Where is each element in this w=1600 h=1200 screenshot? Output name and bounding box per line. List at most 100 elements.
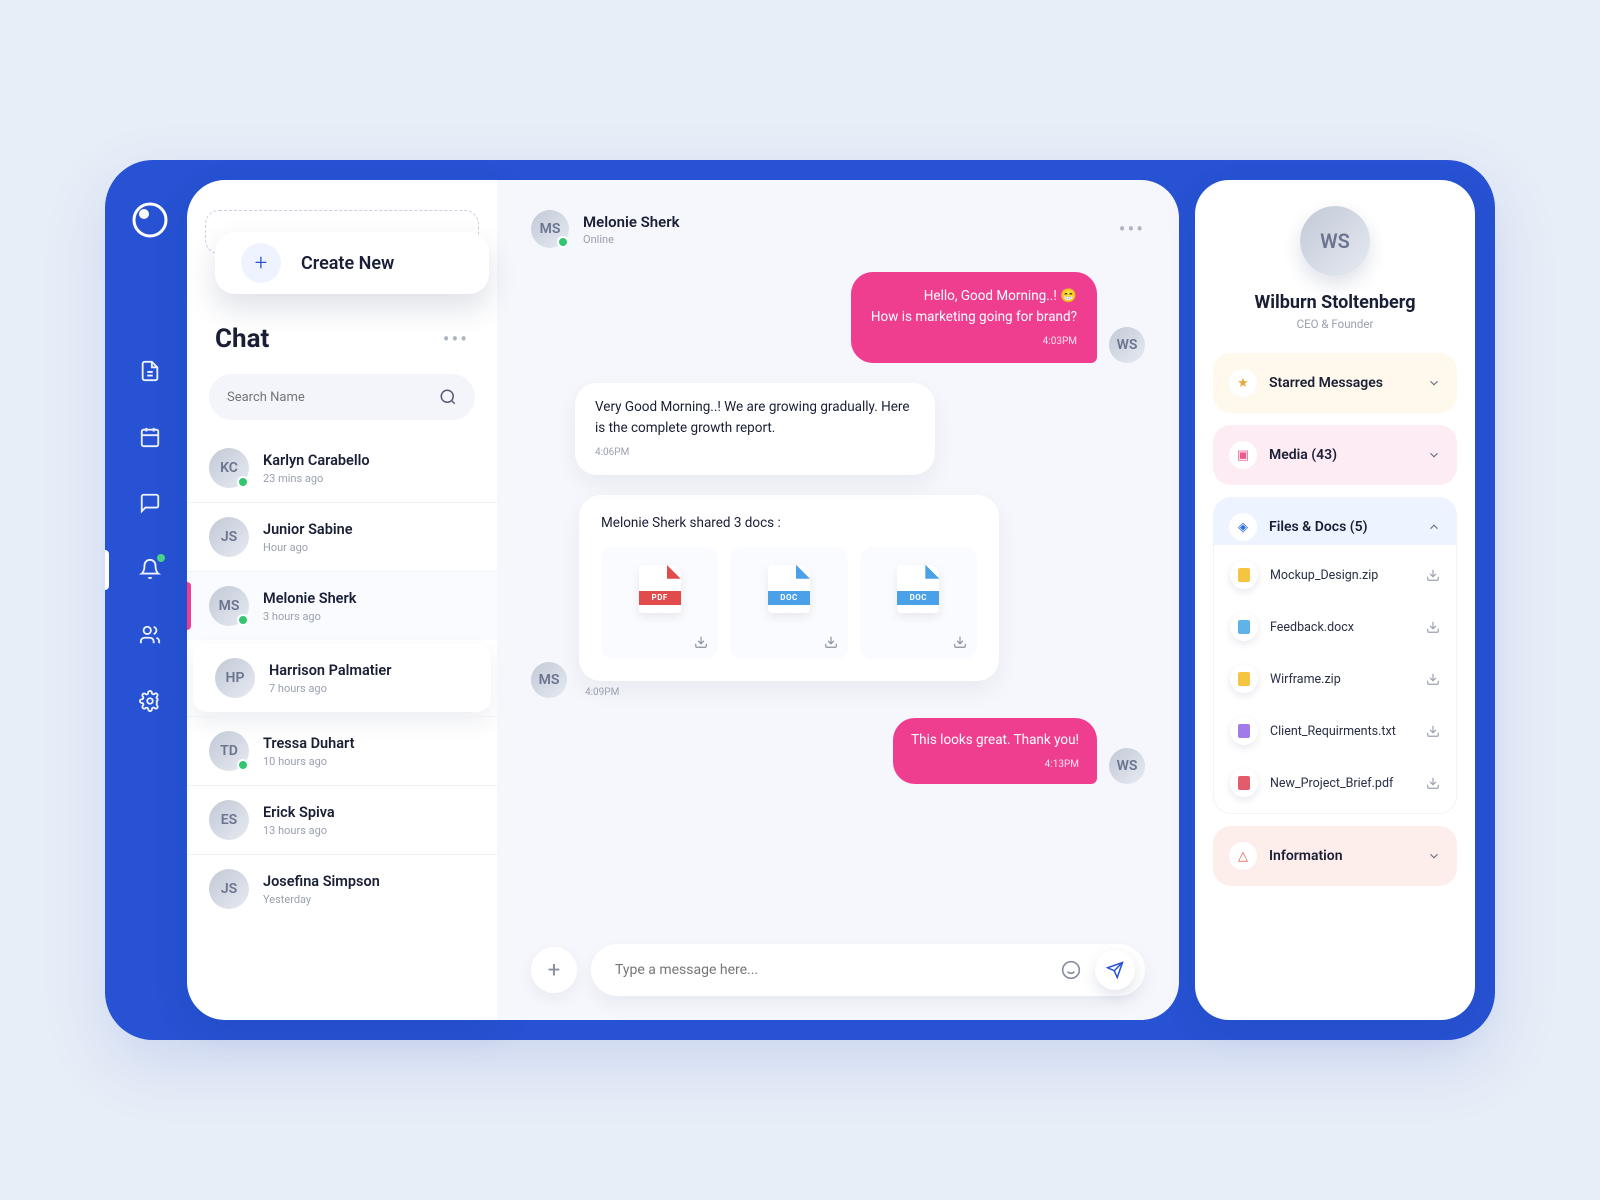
conversation-name: Melonie Sherk: [583, 213, 1105, 231]
shared-docs-card: Melonie Sherk shared 3 docs : PDF DOC DO…: [579, 495, 999, 681]
create-new-container: + Create New: [205, 210, 479, 254]
download-icon[interactable]: [824, 635, 838, 649]
doc-icon: DOC: [768, 565, 810, 613]
search-icon: [439, 388, 457, 406]
image-icon: ▣: [1229, 441, 1257, 469]
more-icon[interactable]: •••: [443, 327, 469, 351]
message-input[interactable]: [615, 962, 1053, 978]
file-name: Mockup_Design.zip: [1270, 568, 1414, 583]
accordion-information[interactable]: △ Information: [1213, 826, 1457, 886]
search-field[interactable]: [209, 374, 475, 420]
calendar-icon[interactable]: [139, 426, 161, 448]
file-row[interactable]: New_Project_Brief.pdf: [1214, 757, 1456, 809]
message-time: 4:09PM: [585, 687, 999, 698]
contact-item[interactable]: JS Junior SabineHour ago: [187, 502, 497, 571]
emoji-icon[interactable]: [1053, 952, 1089, 988]
contact-name: Erick Spiva: [263, 804, 475, 821]
avatar: WS: [1300, 206, 1370, 276]
download-icon[interactable]: [953, 635, 967, 649]
chat-list-panel: + Create New Chat ••• KC Karlyn Carabell…: [187, 180, 497, 1020]
message-line: Hello, Good Morning..! 😁: [871, 286, 1077, 307]
message-out: This looks great. Thank you! 4:13PM WS: [531, 718, 1145, 784]
contact-name: Melonie Sherk: [263, 590, 475, 607]
message-time: 4:03PM: [871, 334, 1077, 350]
send-button[interactable]: [1095, 950, 1135, 990]
contact-item[interactable]: KC Karlyn Carabello23 mins ago: [187, 434, 497, 502]
nav-active-marker: [105, 550, 109, 590]
logo: [130, 200, 170, 240]
settings-icon[interactable]: [139, 690, 161, 712]
contact-time: 23 mins ago: [263, 472, 475, 485]
avatar: WS: [1109, 327, 1145, 363]
files-list: Mockup_Design.zip Feedback.docx Wirframe…: [1213, 545, 1457, 814]
doc-tile[interactable]: PDF: [601, 547, 718, 659]
attach-button[interactable]: +: [531, 947, 577, 993]
download-icon[interactable]: [1426, 568, 1440, 582]
avatar: HP: [215, 658, 255, 698]
create-new-button[interactable]: + Create New: [215, 232, 489, 294]
online-dot: [237, 476, 249, 488]
message-time: 4:13PM: [911, 757, 1079, 773]
star-icon: ★: [1229, 369, 1257, 397]
online-dot: [237, 759, 249, 771]
file-row[interactable]: Feedback.docx: [1214, 601, 1456, 653]
shared-docs-row: MS Melonie Sherk shared 3 docs : PDF DOC…: [531, 495, 1145, 698]
avatar: TD: [209, 731, 249, 771]
file-name: Feedback.docx: [1270, 620, 1414, 635]
contact-time: 7 hours ago: [269, 682, 469, 695]
download-icon[interactable]: [1426, 776, 1440, 790]
avatar: JS: [209, 869, 249, 909]
chevron-down-icon: [1427, 376, 1441, 390]
doc-icon: PDF: [639, 565, 681, 613]
doc-tile[interactable]: DOC: [730, 547, 847, 659]
file-type-icon: [1230, 613, 1258, 641]
alert-icon: △: [1229, 842, 1257, 870]
chevron-down-icon: [1427, 849, 1441, 863]
file-name: Wirframe.zip: [1270, 672, 1414, 687]
file-row[interactable]: Mockup_Design.zip: [1214, 549, 1456, 601]
message-input-wrap[interactable]: [591, 944, 1145, 996]
file-row[interactable]: Client_Requirments.txt: [1214, 705, 1456, 757]
search-input[interactable]: [227, 390, 411, 405]
accordions: ★ Starred Messages ▣ Media (43) ◈ Files …: [1213, 353, 1457, 886]
file-name: New_Project_Brief.pdf: [1270, 776, 1414, 791]
create-new-label: Create New: [301, 253, 394, 274]
message-text: Very Good Morning..! We are growing grad…: [595, 399, 910, 436]
download-icon[interactable]: [1426, 724, 1440, 738]
accordion-label: Files & Docs (5): [1269, 519, 1415, 535]
download-icon[interactable]: [1426, 620, 1440, 634]
download-icon[interactable]: [694, 635, 708, 649]
message-text: This looks great. Thank you!: [911, 732, 1079, 748]
accordion-label: Media (43): [1269, 447, 1415, 463]
doc-tile[interactable]: DOC: [860, 547, 977, 659]
file-row[interactable]: Wirframe.zip: [1214, 653, 1456, 705]
accordion-label: Starred Messages: [1269, 375, 1415, 391]
doc-icon: DOC: [897, 565, 939, 613]
message-line: How is marketing going for brand?: [871, 307, 1077, 328]
contact-time: 3 hours ago: [263, 610, 475, 623]
contact-item[interactable]: MS Melonie Sherk3 hours ago: [187, 571, 497, 640]
document-icon[interactable]: [139, 360, 161, 382]
contact-item[interactable]: JS Josefina SimpsonYesterday: [187, 854, 497, 923]
contact-list: KC Karlyn Carabello23 mins agoJS Junior …: [187, 434, 497, 923]
file-type-icon: [1230, 769, 1258, 797]
accordion-starred[interactable]: ★ Starred Messages: [1213, 353, 1457, 413]
contact-name: Tressa Duhart: [263, 735, 475, 752]
people-icon[interactable]: [139, 624, 161, 646]
chat-icon[interactable]: [139, 492, 161, 514]
accordion-media[interactable]: ▣ Media (43): [1213, 425, 1457, 485]
more-icon[interactable]: •••: [1119, 217, 1145, 241]
contact-item[interactable]: TD Tressa Duhart10 hours ago: [187, 716, 497, 785]
contact-item[interactable]: ES Erick Spiva13 hours ago: [187, 785, 497, 854]
message-bubble: Very Good Morning..! We are growing grad…: [575, 383, 935, 474]
message-time: 4:06PM: [595, 445, 915, 461]
contact-time: Hour ago: [263, 541, 475, 554]
bell-icon[interactable]: [139, 558, 161, 580]
avatar: MS: [531, 662, 567, 698]
messages: Hello, Good Morning..! 😁 How is marketin…: [531, 272, 1145, 928]
contact-item[interactable]: HP Harrison Palmatier7 hours ago: [193, 644, 491, 712]
download-icon[interactable]: [1426, 672, 1440, 686]
conversation-panel: MS Melonie Sherk Online ••• Hello, Good …: [497, 180, 1179, 1020]
info-role: CEO & Founder: [1297, 317, 1374, 331]
file-name: Client_Requirments.txt: [1270, 724, 1414, 739]
